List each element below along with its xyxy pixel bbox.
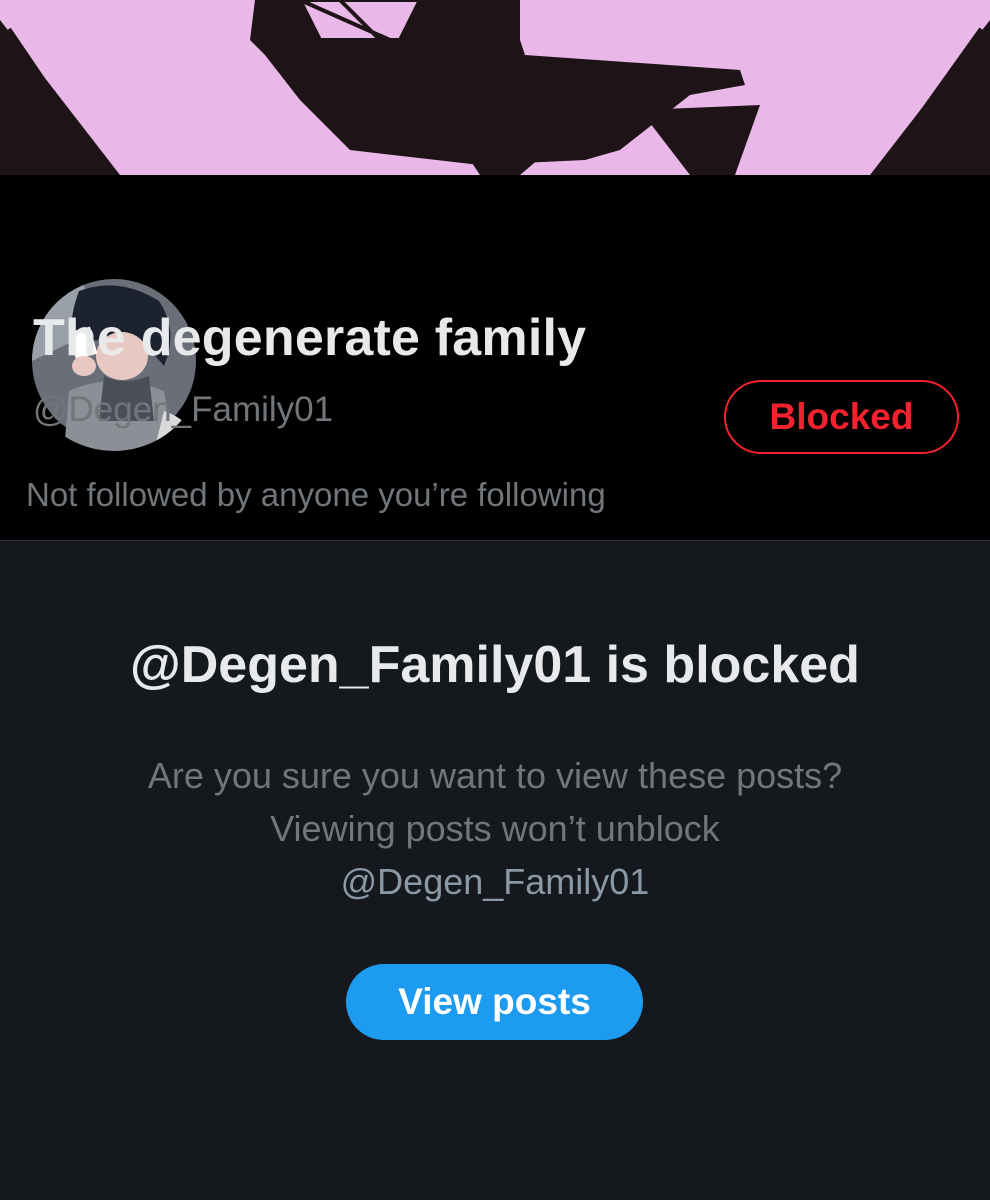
blocked-title: @Degen_Family01 is blocked	[130, 636, 860, 694]
blocked-notice-panel: @Degen_Family01 is blocked Are you sure …	[0, 541, 990, 1200]
blocked-button-label: Blocked	[769, 396, 914, 437]
banner-image	[0, 0, 990, 175]
followers-you-know-note: Not followed by anyone you’re following	[26, 476, 606, 513]
blocked-message-handle: @Degen_Family01	[340, 861, 650, 902]
blocked-message: Are you sure you want to view these post…	[120, 749, 870, 908]
blocked-message-text: Are you sure you want to view these post…	[147, 755, 843, 849]
profile-display-name: The degenerate family	[33, 309, 587, 367]
view-posts-button[interactable]: View posts	[346, 964, 643, 1040]
profile-banner[interactable]	[0, 0, 990, 175]
blocked-button[interactable]: Blocked	[724, 380, 959, 454]
profile-handle: @Degen_Family01	[33, 390, 334, 429]
view-posts-label: View posts	[398, 981, 591, 1022]
